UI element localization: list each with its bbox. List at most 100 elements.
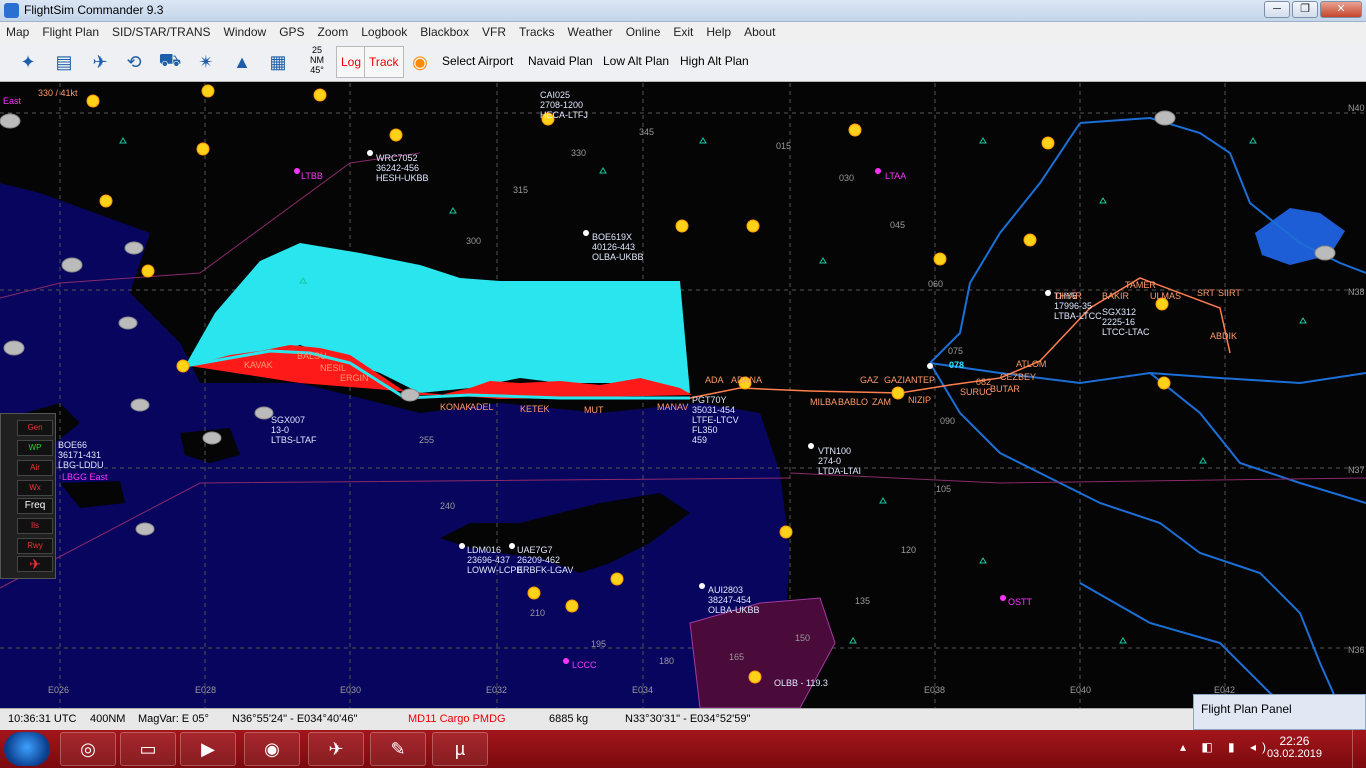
traffic-label-uae7g7[interactable]: UAE7G7 26209-462 ERBFK-LGAV: [517, 545, 573, 575]
waypoint-srt[interactable]: SRT: [1197, 288, 1215, 298]
traffic-label-vtn100[interactable]: VTN100 274-0 LTDA-LTAI: [818, 446, 861, 476]
approach-icon[interactable]: ▲: [228, 47, 256, 77]
menu-weather[interactable]: Weather: [568, 25, 613, 39]
menu-help[interactable]: Help: [706, 25, 731, 39]
menu-map[interactable]: Map: [6, 25, 29, 39]
waypoint-ketek[interactable]: KETEK: [520, 404, 550, 414]
traffic-label-cai025[interactable]: CAI025 2708-1200 HECA-LTFJ: [540, 90, 588, 120]
waypoint-milba[interactable]: MILBA: [810, 397, 837, 407]
menu-online[interactable]: Online: [626, 25, 661, 39]
document-icon[interactable]: ✎: [370, 732, 426, 766]
traffic-label-boe66[interactable]: BOE66 36171-431 LBG-LDDU: [58, 440, 104, 470]
waypoint-suruc[interactable]: SURUC: [960, 387, 992, 397]
waypoint-abdik[interactable]: ABDIK: [1210, 331, 1237, 341]
layer-wp-button[interactable]: WP: [17, 440, 53, 456]
waypoint-diyar[interactable]: DIYAR: [1055, 291, 1082, 301]
map-view[interactable]: East 330 / 41kt LTBB LTAA LCCC OSTT LBGG…: [0, 83, 1366, 708]
menu-blackbox[interactable]: Blackbox: [420, 25, 469, 39]
waypoint-082[interactable]: 082: [976, 377, 991, 387]
menu-logbook[interactable]: Logbook: [361, 25, 407, 39]
waypoint-butar[interactable]: BUTAR: [990, 384, 1020, 394]
waypoint-nesil[interactable]: NESIL: [320, 363, 346, 373]
menu-vfr[interactable]: VFR: [482, 25, 506, 39]
track-button[interactable]: Track: [364, 46, 404, 78]
range-angle-control[interactable]: 25 NM 45°: [300, 45, 334, 79]
waypoint-bablo[interactable]: BABLO: [838, 397, 868, 407]
airport-icon[interactable]: ⛟: [156, 47, 184, 77]
fsc-icon[interactable]: ◉: [244, 732, 300, 766]
waypoint-ergin[interactable]: ERGIN: [340, 373, 369, 383]
chrome-icon[interactable]: ◎: [60, 732, 116, 766]
route-icon[interactable]: ⟲: [120, 47, 148, 77]
airport-label-ostt[interactable]: OSTT: [1008, 597, 1032, 607]
traffic-label-boe619x[interactable]: BOE619X 40126-443 OLBA-UKBB: [592, 232, 644, 262]
runway-icon[interactable]: ▤: [50, 47, 78, 77]
explorer-icon[interactable]: ▭: [120, 732, 176, 766]
close-button[interactable]: ✕: [1320, 1, 1362, 18]
utorrent-icon[interactable]: µ: [432, 732, 488, 766]
airplane-layer-icon[interactable]: ✈: [17, 556, 53, 572]
traffic-label-sgx312[interactable]: SGX312 2225-16 LTCC-LTAC: [1102, 307, 1150, 337]
layer-freq-button[interactable]: Freq: [17, 498, 53, 514]
waypoint-zam[interactable]: ZAM: [872, 397, 891, 407]
waypoint-balsu[interactable]: BALSU: [297, 351, 327, 361]
flight-plan-panel[interactable]: Flight Plan Panel: [1193, 694, 1366, 730]
traffic-label-aui2803[interactable]: AUI2803 38247-454 OLBA-UKBB: [708, 585, 760, 615]
waypoint-tamer[interactable]: TAMER: [1125, 280, 1156, 290]
show-desktop-button[interactable]: [1352, 730, 1366, 768]
menu-zoom[interactable]: Zoom: [318, 25, 349, 39]
airport-label-lbgg[interactable]: LBGG East: [62, 472, 108, 482]
menu-sid-star-trans[interactable]: SID/STAR/TRANS: [112, 25, 210, 39]
satellite-icon[interactable]: ✦: [14, 47, 42, 77]
layer-ils-button[interactable]: Ils: [17, 518, 53, 534]
traffic-label-ldm016[interactable]: LDM016 23696-437 LOWW-LCPB: [467, 545, 522, 575]
airplane-icon[interactable]: ✈: [86, 47, 114, 77]
layer-gen-button[interactable]: Gen: [17, 420, 53, 436]
waypoint-atlom[interactable]: ATLOM: [1016, 359, 1046, 369]
airport-label-lccc[interactable]: LCCC: [572, 660, 597, 670]
traffic-label-wrc7052[interactable]: WRC7052 36242-456 HESH-UKBB: [376, 153, 429, 183]
tray-clock[interactable]: 22:26 03.02.2019: [1267, 734, 1322, 760]
waypoint-gaziantep[interactable]: GAZIANTEP: [884, 375, 935, 385]
minimize-button[interactable]: ─: [1264, 1, 1290, 18]
menu-tracks[interactable]: Tracks: [519, 25, 555, 39]
waypoint-adana[interactable]: ADANA: [731, 375, 762, 385]
own-aircraft-label[interactable]: PGT70Y 35031-454 LTFE-LTCV FL350 459: [692, 395, 739, 445]
high-alt-plan-button[interactable]: High Alt Plan: [680, 54, 749, 68]
waypoint-nizip[interactable]: NIZIP: [908, 395, 931, 405]
waypoint-gaz[interactable]: GAZ: [860, 375, 879, 385]
traffic-label-sgx007[interactable]: SGX007 13-0 LTBS-LTAF: [271, 415, 317, 445]
menu-window[interactable]: Window: [224, 25, 267, 39]
waypoint-konak[interactable]: KONAK: [440, 402, 472, 412]
menu-flight-plan[interactable]: Flight Plan: [42, 25, 99, 39]
waypoint-manav[interactable]: MANAV: [657, 402, 688, 412]
waypoint-ulmas[interactable]: ULMAS: [1150, 291, 1181, 301]
layer-wx-button[interactable]: Wx: [17, 480, 53, 496]
waypoint-adel[interactable]: ADEL: [470, 402, 494, 412]
airport-label-ltaa[interactable]: LTAA: [885, 171, 906, 181]
waypoint-mut[interactable]: MUT: [584, 405, 604, 415]
menu-gps[interactable]: GPS: [279, 25, 304, 39]
airport-label-ltbb[interactable]: LTBB: [301, 171, 323, 181]
navaid-plan-button[interactable]: Navaid Plan: [528, 54, 593, 68]
log-button[interactable]: Log: [336, 46, 367, 78]
waypoint-bakir[interactable]: BAKIR: [1102, 291, 1129, 301]
scenery-icon[interactable]: ▦: [264, 47, 292, 77]
weather-globe-icon[interactable]: ◉: [406, 47, 434, 77]
waypoint-siirt[interactable]: SIIRT: [1218, 288, 1241, 298]
low-alt-plan-button[interactable]: Low Alt Plan: [603, 54, 669, 68]
start-button[interactable]: [4, 732, 50, 766]
maximize-button[interactable]: ❐: [1292, 1, 1318, 18]
waypoint-kavak[interactable]: KAVAK: [244, 360, 273, 370]
compass-icon[interactable]: ✴: [192, 47, 220, 77]
menu-about[interactable]: About: [744, 25, 775, 39]
media-player-icon[interactable]: ▶: [180, 732, 236, 766]
flightsim-icon[interactable]: ✈: [308, 732, 364, 766]
menu-exit[interactable]: Exit: [673, 25, 693, 39]
system-tray-icons[interactable]: ▴ ◧ ▮ ◂): [1180, 740, 1272, 754]
layer-air-button[interactable]: Air: [17, 460, 53, 476]
select-airport-button[interactable]: Select Airport: [442, 54, 513, 68]
layer-rwy-button[interactable]: Rwy: [17, 538, 53, 554]
waypoint-ada[interactable]: ADA: [705, 375, 724, 385]
waypoint-cezbey[interactable]: CEZBEY: [1000, 372, 1036, 382]
